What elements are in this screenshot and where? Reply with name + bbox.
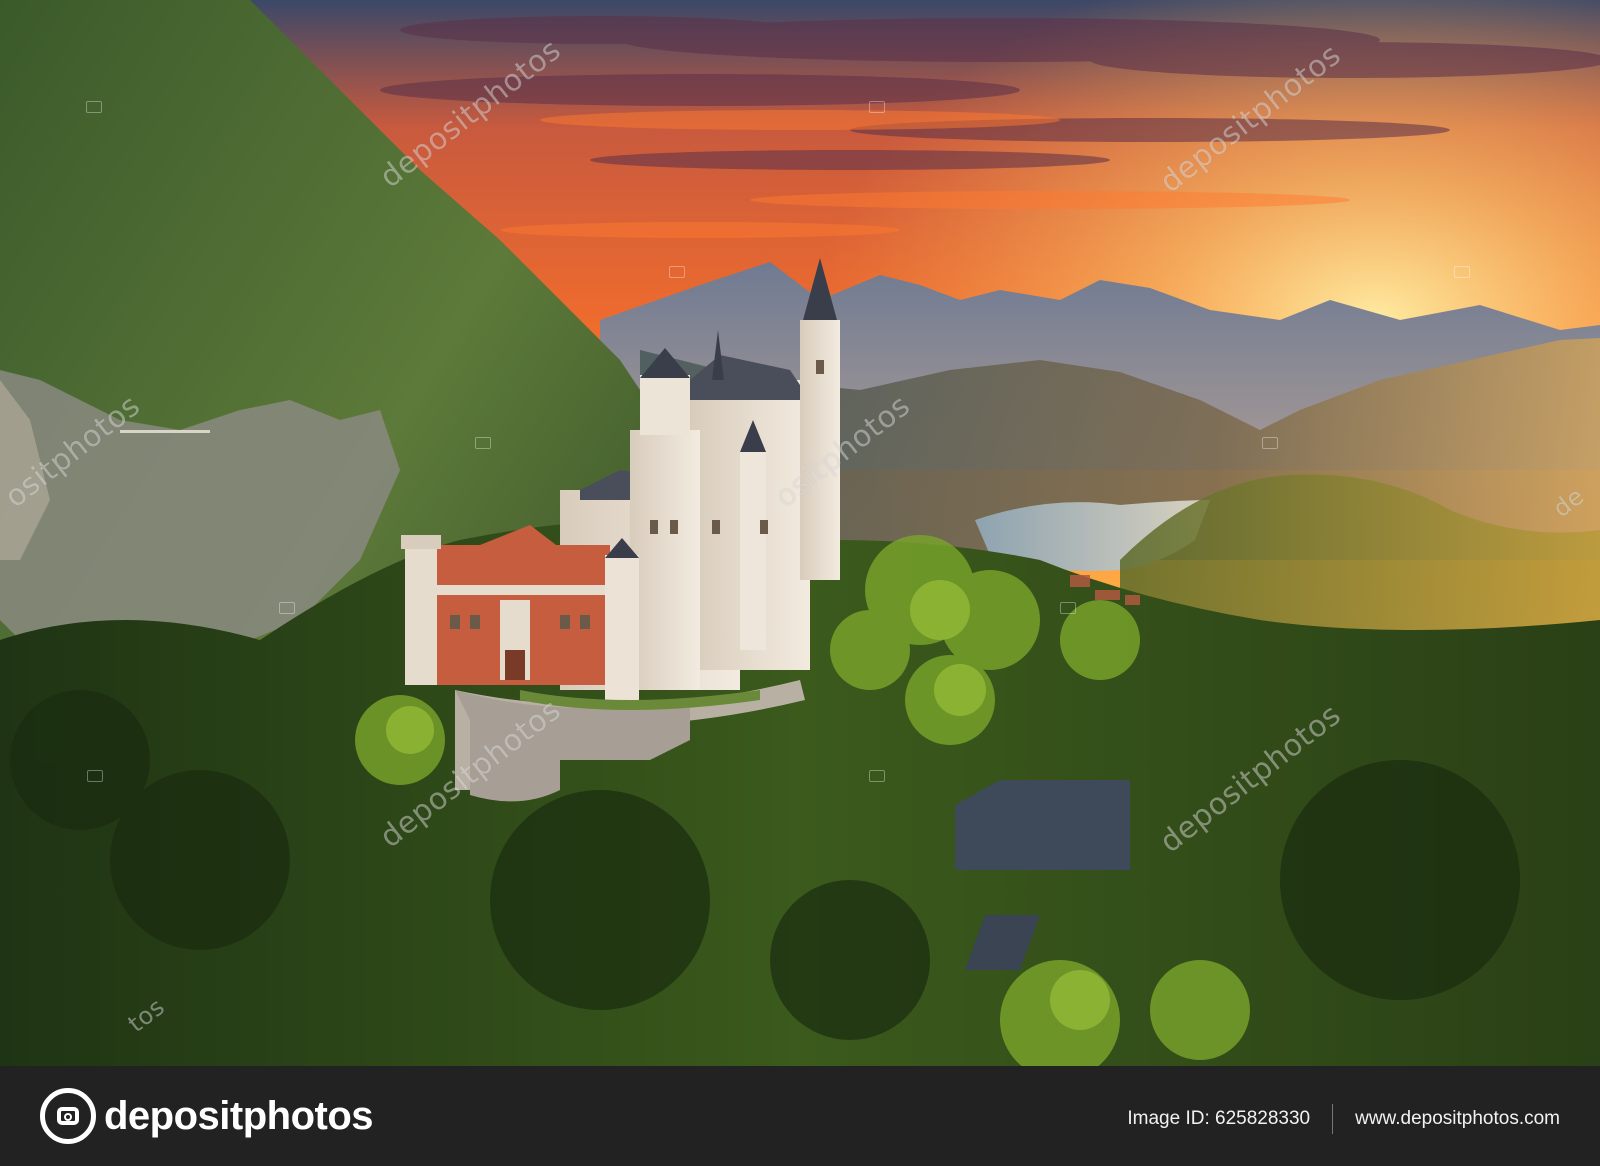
brand-name: depositphotos — [104, 1093, 374, 1138]
site-url-link[interactable]: www.depositphotos.com — [1355, 1108, 1560, 1130]
image-meta: Image ID: 625828330 www.depositphotos.co… — [1127, 1104, 1560, 1134]
image-id-label: Image ID: 625828330 — [1127, 1108, 1311, 1129]
camera-icon — [40, 1088, 96, 1144]
brand-logo[interactable]: depositphotos — [40, 1088, 374, 1144]
stock-photo: depositphotos depositphotos ositphotos o… — [0, 0, 1600, 1066]
divider — [1332, 1104, 1334, 1134]
footer-bar: depositphotos Image ID: 625828330 www.de… — [0, 1066, 1600, 1166]
bridge — [120, 430, 210, 433]
landscape-image — [0, 0, 1600, 1066]
